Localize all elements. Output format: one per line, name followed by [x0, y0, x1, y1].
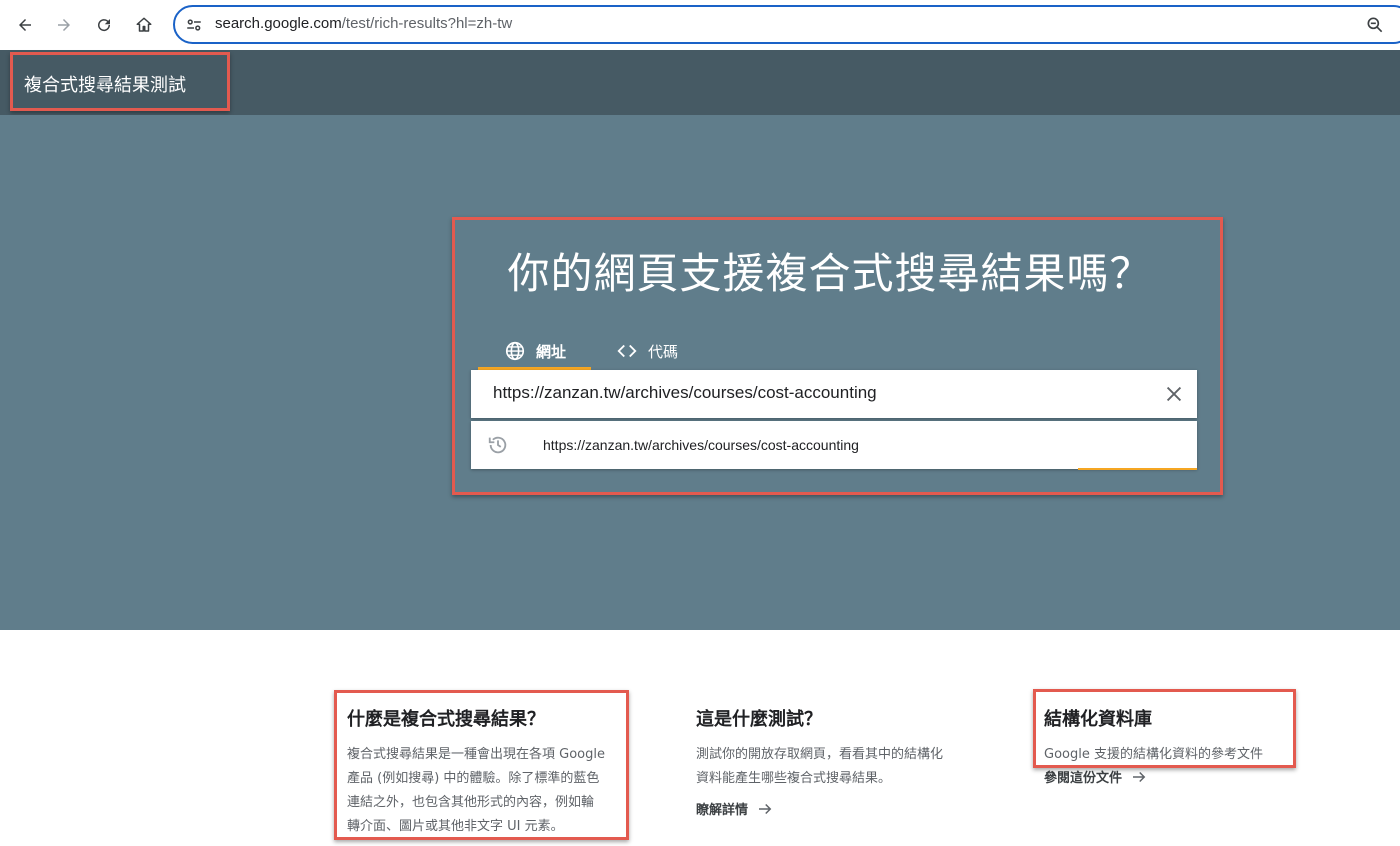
browser-toolbar: search.google.com/test/rich-results?hl=z…	[0, 0, 1400, 50]
info-line: 產品 (例如搜尋) 中的體驗。除了標準的藍色	[347, 771, 600, 786]
info-line: 測試你的開放存取網頁，看看其中的結構化	[696, 747, 944, 762]
tab-code-label: 代碼	[648, 342, 679, 361]
view-docs-link[interactable]: 參閱這份文件	[1044, 767, 1294, 786]
address-url: search.google.com/test/rich-results?hl=z…	[215, 15, 512, 32]
info-line: 轉介面、圖片或其他非文字 UI 元素。	[347, 819, 564, 834]
reload-button[interactable]	[91, 12, 117, 38]
url-path: /test/rich-results?hl=zh-tw	[341, 15, 513, 32]
arrow-right-icon	[1133, 771, 1146, 782]
test-button-accent	[1078, 468, 1197, 470]
tab-code[interactable]: 代碼	[616, 333, 696, 369]
tab-url[interactable]: 網址	[478, 333, 591, 369]
tab-url-label: 網址	[536, 342, 567, 361]
home-icon	[136, 17, 152, 32]
hero-heading: 你的網頁支援複合式搜尋結果嗎？	[507, 249, 1153, 298]
info-line: 連結之外，也包含其他形式的內容，例如輪	[347, 795, 595, 810]
info-line: Google 支援的結構化資料的參考文件	[1044, 747, 1263, 762]
arrow-right-icon	[759, 803, 772, 814]
info-title: 這是什麼測試？	[696, 709, 822, 730]
info-body: 測試你的開放存取網頁，看看其中的結構化 資料能產生哪些複合式搜尋結果。	[696, 743, 976, 791]
learn-more-label: 瞭解詳情	[696, 803, 749, 818]
forward-button[interactable]	[51, 12, 77, 38]
info-body: Google 支援的結構化資料的參考文件	[1044, 743, 1294, 767]
autocomplete-suggestion[interactable]: https://zanzan.tw/archives/courses/cost-…	[471, 421, 1197, 469]
info-structured-data: 結構化資料庫 Google 支援的結構化資料的參考文件 參閱這份文件	[1044, 705, 1294, 786]
clear-icon[interactable]	[1163, 383, 1185, 405]
info-what-test: 這是什麼測試？ 測試你的開放存取網頁，看看其中的結構化 資料能產生哪些複合式搜尋…	[696, 705, 976, 818]
hero-section: 你的網頁支援複合式搜尋結果嗎？ 網址 代碼 https://zanzan.tw/…	[0, 115, 1400, 630]
home-button[interactable]	[131, 12, 157, 38]
view-docs-label: 參閱這份文件	[1044, 771, 1123, 786]
app-title[interactable]: 複合式搜尋結果測試	[24, 71, 186, 97]
history-icon	[488, 436, 507, 454]
suggestion-text: https://zanzan.tw/archives/courses/cost-…	[543, 437, 859, 453]
info-line: 資料能產生哪些複合式搜尋結果。	[696, 771, 892, 786]
info-line: 複合式搜尋結果是一種會出現在各項 Google	[347, 747, 605, 762]
url-input[interactable]	[493, 383, 1153, 403]
site-settings-icon[interactable]	[185, 16, 203, 34]
url-host: search.google.com	[215, 15, 342, 32]
info-body: 複合式搜尋結果是一種會出現在各項 Google 產品 (例如搜尋) 中的體驗。除…	[347, 743, 627, 839]
globe-icon	[505, 341, 525, 361]
app-header: 複合式搜尋結果測試	[0, 50, 1400, 115]
learn-more-link[interactable]: 瞭解詳情	[696, 799, 976, 818]
info-title: 結構化資料庫	[1044, 709, 1152, 730]
info-rich-results: 什麼是複合式搜尋結果？ 複合式搜尋結果是一種會出現在各項 Google 產品 (…	[347, 705, 627, 839]
back-button[interactable]	[12, 12, 38, 38]
code-icon	[617, 344, 637, 358]
address-bar[interactable]: search.google.com/test/rich-results?hl=z…	[173, 5, 1400, 44]
info-title: 什麼是複合式搜尋結果？	[347, 709, 545, 730]
arrow-right-icon	[58, 19, 70, 31]
url-input-container	[471, 370, 1197, 418]
reload-icon	[98, 19, 111, 32]
arrow-left-icon	[19, 19, 31, 31]
zoom-icon[interactable]	[1365, 15, 1385, 35]
